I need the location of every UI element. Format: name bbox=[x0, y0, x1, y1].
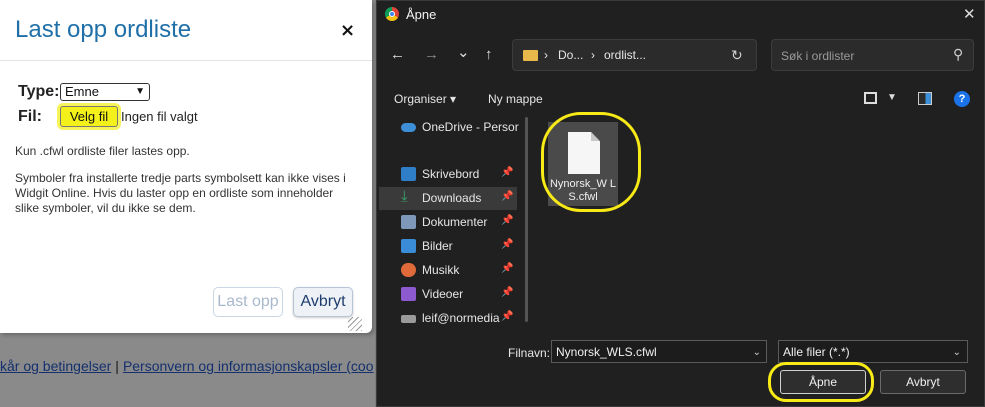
onedrive-icon bbox=[401, 123, 416, 132]
file-label: Fil: bbox=[18, 108, 42, 125]
sidebar-item-label: OneDrive - Persor bbox=[422, 120, 519, 134]
sidebar-item-label: Dokumenter bbox=[422, 215, 488, 229]
pin-icon[interactable]: 📌 bbox=[501, 311, 513, 322]
breadcrumb-item[interactable]: Do... bbox=[558, 48, 583, 62]
back-arrow-icon[interactable]: ← bbox=[390, 46, 405, 63]
search-input[interactable]: Søk i ordlister ⚲ bbox=[771, 39, 974, 71]
search-icon: ⚲ bbox=[953, 46, 964, 62]
music-icon bbox=[401, 263, 416, 277]
breadcrumb-separator: › bbox=[544, 48, 548, 62]
pin-icon[interactable]: 📌 bbox=[501, 215, 513, 226]
sidebar-item-desktop[interactable]: Skrivebord 📌 bbox=[379, 163, 517, 186]
highlight-ring bbox=[541, 112, 641, 212]
footer-links: kår og betingelser | Personvern og informa… bbox=[0, 358, 375, 378]
filename-value: Nynorsk_WLS.cfwl bbox=[556, 345, 657, 359]
upload-wordlist-dialog: Last opp ordliste × Type: Emne ▼ Fil: Ve… bbox=[0, 0, 372, 333]
organize-button[interactable]: Organiser ▾ bbox=[394, 92, 456, 106]
close-icon[interactable]: ✕ bbox=[963, 5, 976, 23]
footer-link-terms[interactable]: kår og betingelser bbox=[0, 358, 111, 374]
recent-locations-chevron-icon[interactable]: ⌄ bbox=[457, 43, 470, 61]
chevron-down-icon: ▼ bbox=[135, 86, 145, 97]
folder-icon bbox=[523, 50, 538, 61]
pin-icon[interactable]: 📌 bbox=[501, 287, 513, 298]
sidebar-item-label: leif@normedia bbox=[422, 311, 500, 325]
type-select[interactable]: Emne ▼ bbox=[60, 83, 150, 101]
cancel-button[interactable]: Avbryt bbox=[880, 370, 966, 394]
chevron-down-icon: ⌄ bbox=[952, 347, 961, 358]
search-placeholder: Søk i ordlister bbox=[781, 49, 855, 63]
open-file-dialog: Åpne ✕ ← → ⌄ ↑ › Do... › ordlist... ↻ Sø… bbox=[376, 0, 985, 407]
info-symbols: Symboler fra installerte tredje parts sy… bbox=[15, 171, 346, 215]
breadcrumb-separator: › bbox=[591, 48, 595, 62]
new-folder-button[interactable]: Ny mappe bbox=[488, 92, 543, 106]
navigation-pane: OneDrive - Persor Skrivebord 📌 ⤓ Downloa… bbox=[377, 114, 519, 329]
pin-icon[interactable]: 📌 bbox=[501, 167, 513, 178]
upload-button[interactable]: Last opp bbox=[213, 287, 283, 317]
type-label: Type: bbox=[18, 83, 60, 100]
highlight-ring bbox=[768, 362, 874, 402]
sidebar-item-onedrive[interactable]: OneDrive - Persor bbox=[379, 116, 519, 139]
pictures-icon bbox=[401, 239, 416, 253]
sidebar-item-downloads[interactable]: ⤓ Downloads 📌 bbox=[379, 187, 517, 210]
chevron-down-icon[interactable]: ▼ bbox=[887, 92, 897, 103]
dialog-title: Åpne bbox=[406, 7, 437, 22]
file-type-filter[interactable]: Alle filer (*.*) ⌄ bbox=[778, 340, 968, 363]
cancel-button[interactable]: Avbryt bbox=[293, 287, 353, 317]
breadcrumb-item[interactable]: ordlist... bbox=[604, 48, 646, 62]
forward-arrow-icon[interactable]: → bbox=[424, 46, 439, 63]
organize-label: Organiser bbox=[394, 92, 447, 106]
sidebar-item-label: Skrivebord bbox=[422, 167, 480, 181]
sidebar-item-documents[interactable]: Dokumenter 📌 bbox=[379, 211, 517, 234]
pin-icon[interactable]: 📌 bbox=[501, 263, 513, 274]
resize-grip[interactable] bbox=[348, 317, 362, 331]
footer-separator: | bbox=[115, 358, 119, 374]
sidebar-item-label: Downloads bbox=[422, 191, 482, 205]
videos-icon bbox=[401, 287, 416, 301]
filename-input[interactable]: Nynorsk_WLS.cfwl ⌄ bbox=[551, 340, 767, 363]
download-icon: ⤓ bbox=[401, 188, 408, 205]
sidebar-item-label: Musikk bbox=[422, 263, 460, 277]
desktop-icon bbox=[401, 167, 416, 181]
file-type-filter-value: Alle filer (*.*) bbox=[783, 345, 850, 359]
sidebar-item-network-drive[interactable]: leif@normedia 📌 bbox=[379, 307, 517, 329]
dialog-divider bbox=[0, 60, 372, 61]
filename-label: Filnavn: bbox=[508, 346, 551, 360]
file-status-text: Ingen fil valgt bbox=[121, 109, 198, 124]
sidebar-item-videos[interactable]: Videoer 📌 bbox=[379, 283, 517, 306]
view-options-icon[interactable] bbox=[864, 92, 877, 104]
address-bar[interactable]: › Do... › ordlist... ↻ bbox=[512, 39, 757, 71]
sidebar-item-music[interactable]: Musikk 📌 bbox=[379, 259, 517, 282]
preview-pane-icon[interactable] bbox=[918, 92, 932, 105]
chrome-logo-icon bbox=[385, 7, 399, 21]
pin-icon[interactable]: 📌 bbox=[501, 191, 513, 202]
sidebar-item-pictures[interactable]: Bilder 📌 bbox=[379, 235, 517, 258]
info-file-type: Kun .cfwl ordliste filer lastes opp. bbox=[15, 144, 190, 158]
close-icon[interactable]: × bbox=[340, 20, 355, 41]
dialog-titlebar[interactable]: Åpne ✕ bbox=[377, 1, 985, 29]
up-arrow-icon[interactable]: ↑ bbox=[485, 46, 493, 63]
chevron-down-icon: ▾ bbox=[450, 92, 457, 106]
footer-link-privacy[interactable]: Personvern og informasjonskapsler (coo bbox=[123, 358, 374, 374]
help-icon[interactable]: ? bbox=[954, 91, 970, 107]
navigation-scrollbar[interactable] bbox=[525, 117, 528, 322]
type-select-value: Emne bbox=[65, 84, 99, 99]
dialog-title: Last opp ordliste bbox=[15, 16, 192, 43]
sidebar-item-label: Bilder bbox=[422, 239, 453, 253]
choose-file-button[interactable]: Velg fil bbox=[60, 106, 118, 127]
drive-icon bbox=[401, 315, 416, 323]
pin-icon[interactable]: 📌 bbox=[501, 239, 513, 250]
refresh-icon[interactable]: ↻ bbox=[731, 47, 743, 64]
sidebar-item-label: Videoer bbox=[422, 287, 464, 301]
chevron-down-icon[interactable]: ⌄ bbox=[753, 347, 761, 358]
documents-icon bbox=[401, 215, 416, 229]
